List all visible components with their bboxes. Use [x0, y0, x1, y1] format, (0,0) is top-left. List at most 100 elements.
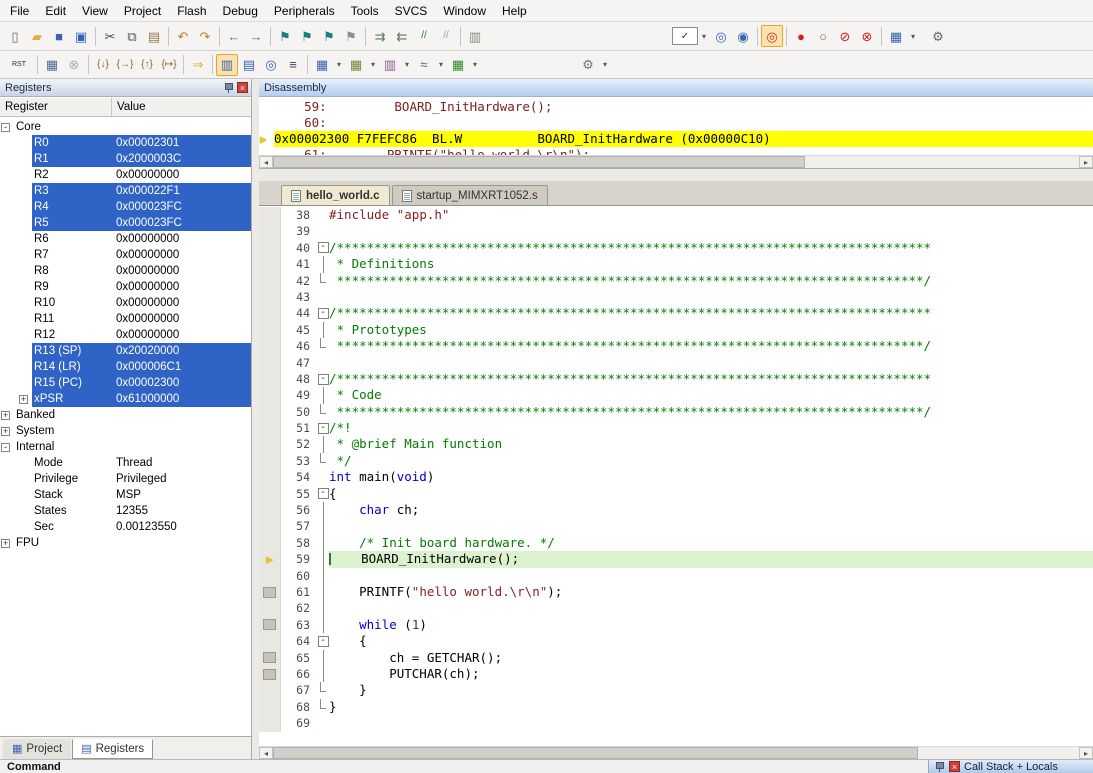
code-line[interactable]: 66 PUTCHAR(ch); — [259, 666, 1093, 682]
disable-all-breakpoints-button[interactable]: ⊘ — [834, 25, 856, 47]
breakpoint-margin[interactable] — [259, 666, 281, 682]
register-row-r0[interactable]: R00x00002301 — [0, 135, 251, 151]
print-button[interactable]: ▥ — [464, 25, 486, 47]
breakpoint-margin[interactable] — [259, 404, 281, 420]
breakpoint-margin[interactable] — [259, 240, 281, 256]
run-to-cursor-button[interactable]: {↦} — [158, 54, 180, 76]
code-line[interactable]: 53 */ — [259, 453, 1093, 469]
code-text[interactable]: /***************************************… — [329, 371, 1093, 387]
find-in-files-button[interactable]: ◎ — [710, 25, 732, 47]
breakpoint-margin[interactable] — [259, 633, 281, 649]
code-line[interactable]: 45 * Prototypes — [259, 322, 1093, 338]
code-line[interactable]: 47 — [259, 355, 1093, 371]
fold-collapse-icon[interactable] — [317, 420, 329, 436]
disassembly-line[interactable]: 60: — [259, 115, 1093, 131]
breakpoint-margin[interactable] — [259, 486, 281, 502]
editor-content[interactable]: 38#include "app.h"3940/*****************… — [259, 206, 1093, 746]
undo-button[interactable]: ↶ — [172, 25, 194, 47]
breakpoint-margin[interactable] — [259, 305, 281, 321]
register-row-r6[interactable]: R60x00000000 — [0, 231, 251, 247]
code-text[interactable]: BOARD_InitHardware(); — [329, 551, 1093, 567]
breakpoint-margin[interactable] — [259, 436, 281, 452]
code-line[interactable]: 57 — [259, 518, 1093, 534]
breakpoint-margin[interactable] — [259, 617, 281, 633]
breakpoint-margin[interactable] — [259, 256, 281, 272]
disassembly-margin[interactable] — [259, 99, 274, 115]
code-text[interactable]: } — [329, 699, 1093, 715]
disassembly-hscrollbar[interactable]: ◂ ▸ — [259, 155, 1093, 168]
menu-edit[interactable]: Edit — [37, 1, 74, 21]
command-window-button[interactable]: ▥ — [216, 54, 238, 76]
navigate-forward-button[interactable]: → — [245, 25, 267, 47]
breakpoint-margin[interactable] — [259, 699, 281, 715]
vertical-splitter[interactable] — [252, 79, 259, 759]
cut-button[interactable]: ✂ — [99, 25, 121, 47]
close-icon[interactable]: × — [237, 82, 248, 93]
code-text[interactable] — [329, 600, 1093, 616]
debug-windows-dropdown-icon[interactable]: ▾ — [907, 25, 919, 47]
breakpoint-margin[interactable] — [259, 338, 281, 354]
step-out-button[interactable]: {↑} — [136, 54, 158, 76]
code-line[interactable]: 38#include "app.h" — [259, 207, 1093, 223]
register-row-r12[interactable]: R120x00000000 — [0, 327, 251, 343]
uncomment-button[interactable]: // — [435, 25, 457, 47]
paste-button[interactable]: ▤ — [143, 25, 165, 47]
tab-hello_world.c[interactable]: hello_world.c — [281, 185, 390, 205]
code-text[interactable]: /*! — [329, 420, 1093, 436]
menu-view[interactable]: View — [74, 1, 116, 21]
code-line[interactable]: 46 *************************************… — [259, 338, 1093, 354]
code-line-current[interactable]: ▶59 BOARD_InitHardware(); — [259, 551, 1093, 567]
register-row-mode[interactable]: ModeThread — [0, 455, 251, 471]
code-text[interactable] — [329, 355, 1093, 371]
tab-startup_MIMXRT1052.s[interactable]: startup_MIMXRT1052.s — [392, 185, 548, 205]
register-row-r2[interactable]: R20x00000000 — [0, 167, 251, 183]
menu-tools[interactable]: Tools — [343, 1, 387, 21]
register-row-r1[interactable]: R10x2000003C — [0, 151, 251, 167]
step-into-button[interactable]: {↓} — [92, 54, 114, 76]
code-line[interactable]: 61 PRINTF("hello world.\r\n"); — [259, 584, 1093, 600]
find-button[interactable]: ◉ — [732, 25, 754, 47]
code-line[interactable]: 67 } — [259, 682, 1093, 698]
register-row-xpsr[interactable]: +xPSR0x61000000 — [0, 391, 251, 407]
code-text[interactable]: ch = GETCHAR(); — [329, 650, 1093, 666]
memory-windows-dropdown-icon[interactable]: ▾ — [367, 54, 379, 76]
save-all-button[interactable]: ▣ — [70, 25, 92, 47]
code-text[interactable]: { — [329, 633, 1093, 649]
code-text[interactable]: * Definitions — [329, 256, 1093, 272]
code-line[interactable]: 48/*************************************… — [259, 371, 1093, 387]
run-button[interactable]: ▦ — [41, 54, 63, 76]
step-over-button[interactable]: {→} — [114, 54, 136, 76]
save-button[interactable]: ■ — [48, 25, 70, 47]
register-row-internal[interactable]: -Internal — [0, 439, 251, 455]
find-combo[interactable]: ✓ — [672, 27, 698, 45]
disassembly-line[interactable]: 61: PRINTF("hello world.\r\n"); — [259, 147, 1093, 155]
tab-registers[interactable]: ▤Registers — [72, 739, 153, 759]
scroll-right-icon[interactable]: ▸ — [1079, 156, 1093, 168]
clear-bookmarks-button[interactable]: ⚑ — [340, 25, 362, 47]
code-line[interactable]: 51/*! — [259, 420, 1093, 436]
code-text[interactable] — [329, 715, 1093, 731]
register-row-stack[interactable]: StackMSP — [0, 487, 251, 503]
tab-project[interactable]: ▦Project — [3, 739, 71, 759]
fold-collapse-icon[interactable] — [317, 305, 329, 321]
register-row-privilege[interactable]: PrivilegePrivileged — [0, 471, 251, 487]
symbol-window-button[interactable]: ◎ — [260, 54, 282, 76]
register-row-r9[interactable]: R90x00000000 — [0, 279, 251, 295]
expand-icon[interactable]: + — [1, 539, 10, 548]
column-register[interactable]: Register — [0, 97, 112, 116]
breakpoint-margin[interactable] — [259, 355, 281, 371]
breakpoint-margin[interactable] — [259, 535, 281, 551]
navigate-back-button[interactable]: ← — [223, 25, 245, 47]
reset-cpu-button[interactable]: RST — [4, 54, 34, 76]
code-text[interactable]: ****************************************… — [329, 338, 1093, 354]
code-text[interactable]: } — [329, 682, 1093, 698]
fold-collapse-icon[interactable] — [317, 240, 329, 256]
menu-flash[interactable]: Flash — [169, 1, 214, 21]
code-line[interactable]: 55{ — [259, 486, 1093, 502]
serial-windows-button[interactable]: ▥ — [379, 54, 401, 76]
watch-windows-button[interactable]: ▦ — [311, 54, 333, 76]
open-file-button[interactable]: ▰ — [26, 25, 48, 47]
code-line[interactable]: 56 char ch; — [259, 502, 1093, 518]
system-viewer-dropdown-icon[interactable]: ▾ — [469, 54, 481, 76]
breakpoint-margin[interactable] — [259, 584, 281, 600]
